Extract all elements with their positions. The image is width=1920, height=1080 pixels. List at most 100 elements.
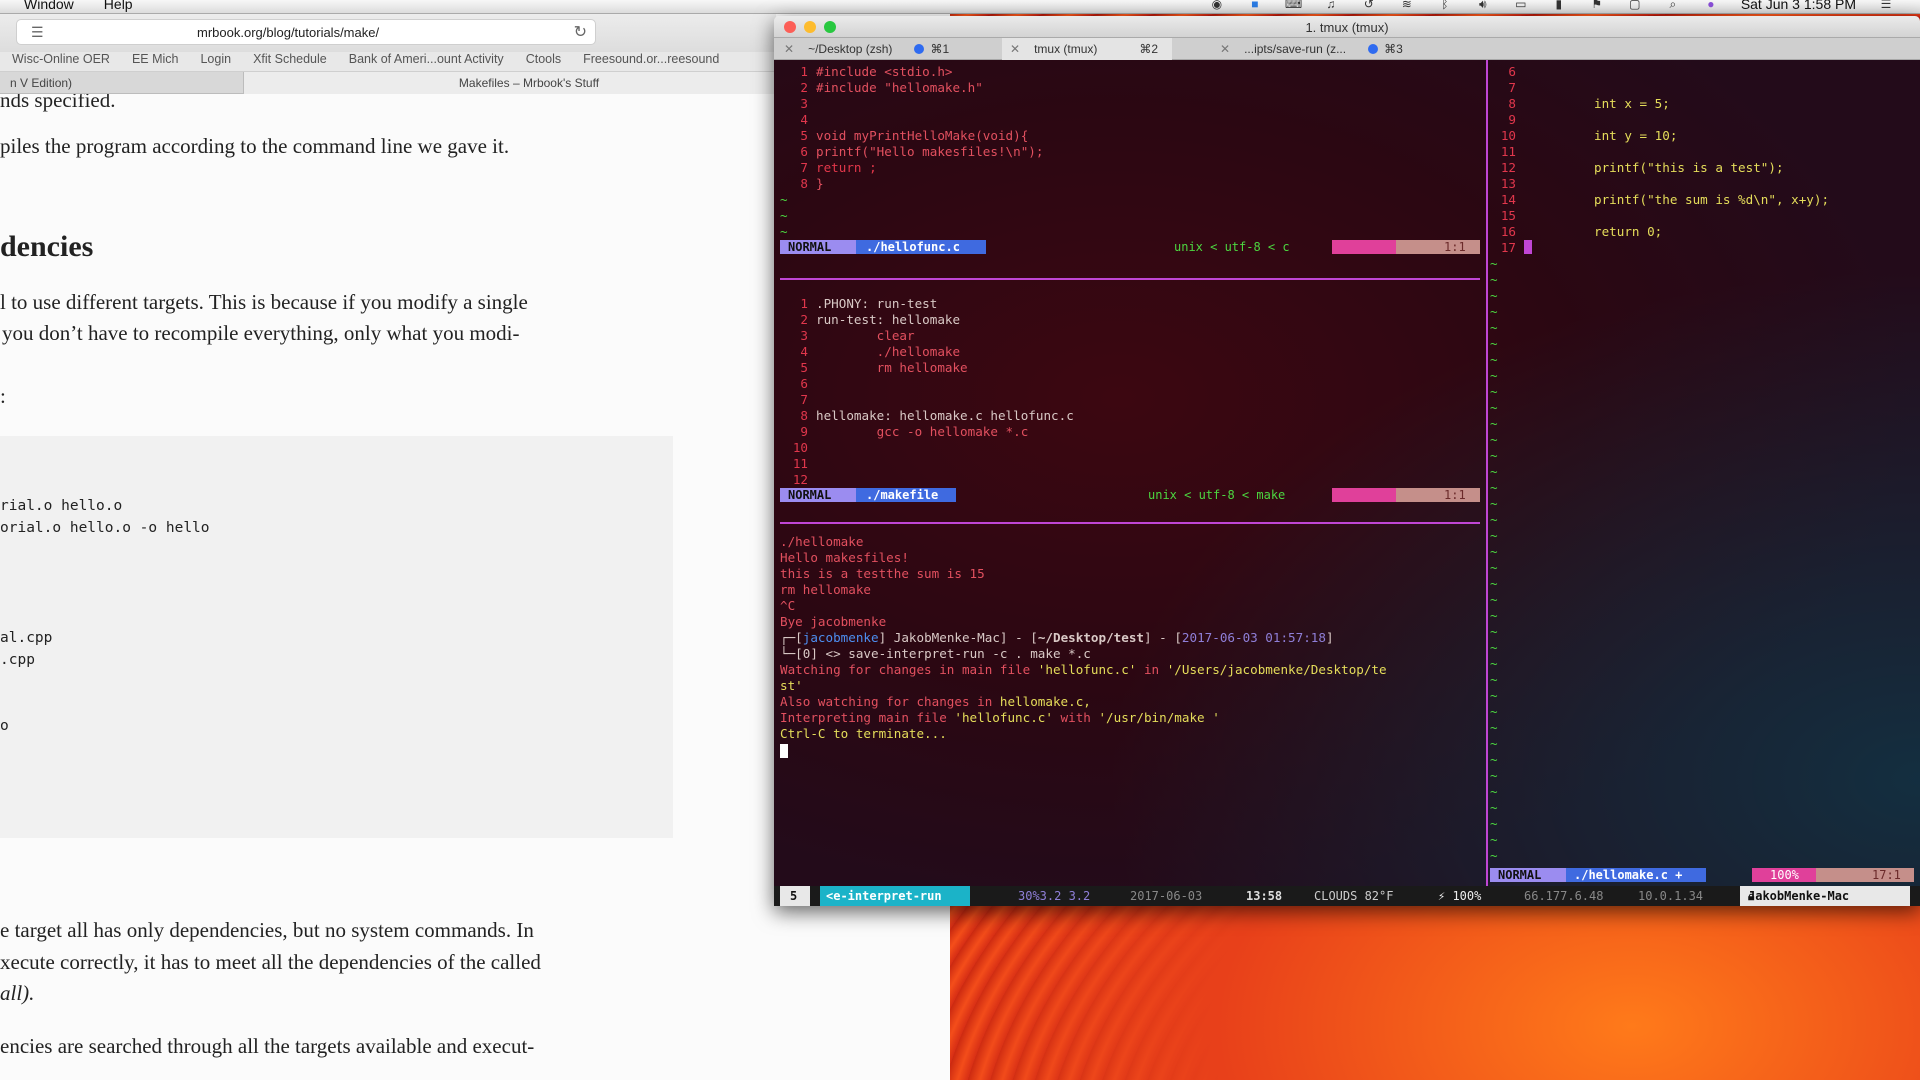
- menubar-clock[interactable]: Sat Jun 3 1:58 PM: [1741, 0, 1856, 12]
- article-text: encies are searched through all the targ…: [0, 1034, 535, 1058]
- line-number: 4: [800, 112, 808, 127]
- address-bar[interactable]: ☰ mrbook.org/blog/tutorials/make/ ↻: [16, 19, 596, 45]
- terminal-window: 1. tmux (tmux) ✕ ~/Desktop (zsh) ⌘1 ✕ tmux …: [774, 16, 1920, 906]
- airplay-icon[interactable]: ▭: [1513, 0, 1529, 10]
- time-machine-icon[interactable]: ↺: [1361, 0, 1377, 10]
- article-content: nds specified. piles the program accordi…: [0, 94, 776, 1080]
- line-number: 11: [792, 456, 808, 471]
- volume-icon[interactable]: 🔊︎: [1475, 0, 1491, 10]
- browser-tab[interactable]: n V Edition): [0, 72, 244, 94]
- vim-fileinfo: unix < utf-8 < c: [1174, 240, 1290, 254]
- bookmark[interactable]: Xfit Schedule: [253, 52, 327, 71]
- vim-percent-bar: .: [1332, 488, 1396, 502]
- line-number: 8: [800, 408, 808, 423]
- close-tab-icon[interactable]: ✕: [784, 42, 794, 56]
- pane-separator: [780, 278, 1480, 280]
- close-tab-icon[interactable]: ✕: [1220, 42, 1230, 56]
- keyboard-icon[interactable]: ⌨: [1285, 0, 1302, 10]
- line-number: 10: [792, 440, 808, 455]
- terminal-tab-3[interactable]: ✕ ...ipts/save-run (z... ⌘3: [1220, 38, 1403, 60]
- display-icon[interactable]: ▢: [1627, 0, 1643, 10]
- activity-dot-icon: [1368, 44, 1379, 54]
- terminal-tab-1[interactable]: ✕ ~/Desktop (zsh) ⌘1: [784, 38, 949, 60]
- terminal-content[interactable]: 1 #include <stdio.h> 2 #include "helloma…: [774, 60, 1920, 906]
- bookmark[interactable]: Ctools: [526, 52, 561, 71]
- menu-help[interactable]: Help: [104, 0, 133, 12]
- tmux-load: 30%3.2 3.2: [1018, 889, 1091, 903]
- code-line: printf("Hello makesfiles!\n");: [816, 144, 1044, 159]
- line-number: 12: [792, 472, 808, 487]
- vim-mode: NORMAL: [780, 488, 856, 502]
- tmux-window-index[interactable]: 5: [780, 886, 810, 906]
- empty-line-marker: ~: [780, 192, 788, 207]
- music-icon[interactable]: ♫: [1323, 0, 1339, 10]
- tmux-hostname: 🔒︎ JakobMenke-Mac: [1740, 886, 1910, 906]
- text-cursor: [1524, 240, 1532, 254]
- line-number: 5: [800, 360, 808, 375]
- bookmark[interactable]: Login: [200, 52, 231, 71]
- address-text[interactable]: mrbook.org/blog/tutorials/make/: [197, 25, 379, 40]
- line-number: 1: [800, 296, 808, 311]
- bookmark[interactable]: EE Mich: [132, 52, 179, 71]
- wifi-icon[interactable]: ≋: [1399, 0, 1415, 10]
- line-number: 5: [800, 128, 808, 143]
- code-line: rial.o hello.o: [0, 498, 123, 514]
- vim-filename: ./makefile: [856, 488, 956, 502]
- terminal-tab-2[interactable]: ✕ tmux (tmux) ⌘2: [1002, 38, 1172, 60]
- output-line: Watching for changes in main file 'hello…: [780, 662, 1387, 677]
- code-line: int y = 10;: [1594, 128, 1678, 143]
- reader-icon[interactable]: ☰: [31, 24, 44, 41]
- output-line: ^C: [780, 598, 796, 613]
- empty-line-marker: ~: [780, 208, 788, 223]
- vim-position: 1:1: [1396, 240, 1480, 254]
- record-icon[interactable]: ◉: [1209, 0, 1225, 10]
- close-tab-icon[interactable]: ✕: [1010, 42, 1020, 56]
- output-line: Interpreting main file 'hellofunc.c' wit…: [780, 710, 1220, 725]
- browser-tab-bar: n V Edition) Makefiles – Mrbook's Stuff: [0, 72, 924, 94]
- bookmark[interactable]: Bank of Ameri...ount Activity: [349, 52, 504, 71]
- line-number: 2: [800, 312, 808, 327]
- close-button[interactable]: [784, 21, 796, 33]
- code-line: o: [0, 718, 9, 734]
- code-line: void myPrintHelloMake(void){: [816, 128, 1029, 143]
- zoom-button[interactable]: [824, 21, 836, 33]
- siri-icon[interactable]: ●: [1703, 0, 1719, 10]
- battery-icon[interactable]: ▮: [1551, 0, 1567, 10]
- code-line: }: [816, 176, 824, 191]
- vim-mode: NORMAL: [780, 240, 856, 254]
- output-line: Bye jacobmenke: [780, 614, 887, 629]
- vim-percent: 100%: [1752, 868, 1816, 882]
- code-line: al.cpp: [0, 630, 53, 646]
- tmux-weather: CLOUDS 82°F: [1314, 889, 1394, 903]
- code-line: #include <stdio.h>: [816, 64, 953, 79]
- article-text: nds specified.: [0, 94, 116, 112]
- article-text: you don’t have to recompile everything, …: [2, 321, 520, 345]
- vim-statusline: NORMAL ./hellofunc.c unix < utf-8 < c . …: [780, 240, 1480, 254]
- line-numbers: 6 7 8 9 10 11 12 13 14 15 16 17: [1500, 64, 1516, 255]
- terminal-title-bar: 1. tmux (tmux): [774, 16, 1920, 38]
- line-number: 7: [800, 160, 808, 175]
- dropbox-icon[interactable]: ■: [1247, 0, 1263, 10]
- menu-window[interactable]: Window: [24, 0, 74, 12]
- bookmark[interactable]: Wisc-Online OER: [12, 52, 110, 71]
- browser-toolbar: ☰ mrbook.org/blog/tutorials/make/ ↻: [0, 14, 776, 52]
- reload-icon[interactable]: ↻: [574, 22, 587, 42]
- tmux-window-name[interactable]: <e-interpret-run: [820, 886, 970, 906]
- vim-statusline: NORMAL ./hellomake.c + 100% 17:1: [1490, 868, 1914, 882]
- bluetooth-icon[interactable]: ᛒ: [1437, 0, 1453, 10]
- code-line: printf("this is a test");: [1594, 160, 1784, 175]
- output-line: ./hellomake: [780, 534, 864, 549]
- minimize-button[interactable]: [804, 21, 816, 33]
- code-line: #include "hellomake.h": [816, 80, 983, 95]
- output-line: st': [780, 678, 803, 693]
- code-line: .PHONY: run-test: [816, 296, 938, 311]
- text-cursor: [780, 744, 788, 758]
- flag-icon[interactable]: ⚑: [1589, 0, 1605, 10]
- article-text: piles the program according to the comma…: [0, 134, 510, 158]
- notification-center-icon[interactable]: ☰: [1878, 0, 1894, 10]
- tmux-ip-local: 10.0.1.34: [1638, 889, 1704, 903]
- code-line: run-test: hellomake: [816, 312, 961, 327]
- output-line: Ctrl-C to terminate...: [780, 726, 947, 741]
- bookmark[interactable]: Freesound.or...reesound: [583, 52, 719, 71]
- search-icon[interactable]: ⌕: [1665, 0, 1681, 10]
